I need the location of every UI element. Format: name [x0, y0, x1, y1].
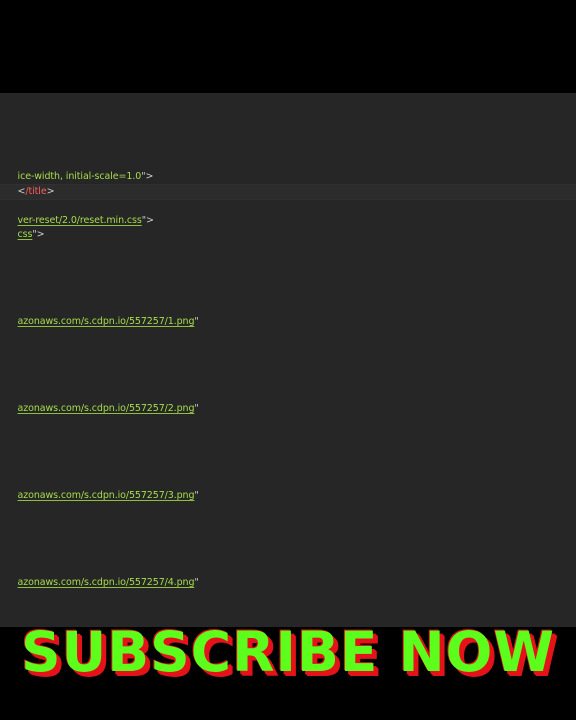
video-frame: ice-width, initial-scale=1.0"> </title> … [0, 0, 576, 720]
code-token: "> [32, 229, 45, 240]
code-token[interactable]: azonaws.com/s.cdpn.io/557257/2.png [18, 403, 195, 414]
code-token: " [194, 490, 199, 501]
code-line-reset-css: ver-reset/2.0/reset.min.css"> [0, 200, 154, 226]
code-token: " [194, 316, 199, 327]
code-editor[interactable]: ice-width, initial-scale=1.0"> </title> … [0, 93, 576, 627]
code-token[interactable]: azonaws.com/s.cdpn.io/557257/1.png [18, 316, 195, 327]
code-token: "> [141, 215, 154, 226]
code-token: > [46, 186, 55, 197]
code-line-image-2: azonaws.com/s.cdpn.io/557257/2.png" [0, 388, 199, 414]
code-line-title: </title> [0, 171, 55, 197]
code-token: " [194, 403, 199, 414]
active-line-highlight [0, 184, 576, 200]
code-line-viewport: ice-width, initial-scale=1.0"> [0, 156, 154, 182]
code-line-image-3: azonaws.com/s.cdpn.io/557257/3.png" [0, 475, 199, 501]
code-token: " [194, 577, 199, 588]
code-token[interactable]: azonaws.com/s.cdpn.io/557257/3.png [18, 490, 195, 501]
code-token: /title [25, 186, 47, 197]
code-line-style-css: css"> [0, 214, 45, 240]
code-line-image-4: azonaws.com/s.cdpn.io/557257/4.png" [0, 562, 199, 588]
code-token[interactable]: css [18, 229, 33, 240]
code-line-image-1: azonaws.com/s.cdpn.io/557257/1.png" [0, 301, 199, 327]
code-token[interactable]: azonaws.com/s.cdpn.io/557257/4.png [18, 577, 195, 588]
subscribe-now-text: SUBSCRIBE NOW [20, 620, 556, 684]
code-token: "> [141, 171, 154, 182]
